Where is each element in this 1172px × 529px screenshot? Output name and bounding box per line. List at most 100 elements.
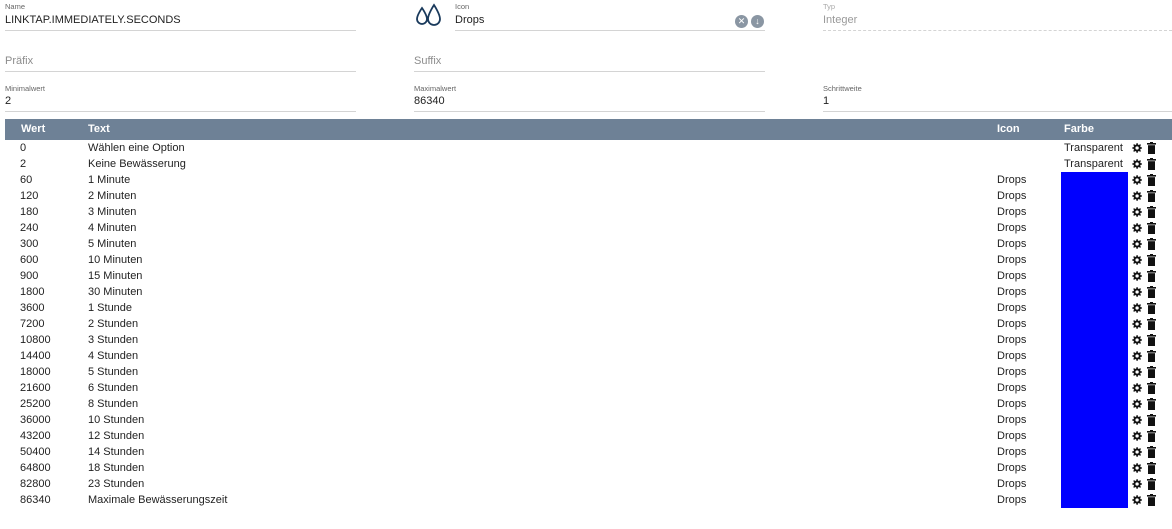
gear-icon[interactable]	[1131, 206, 1143, 218]
trash-icon[interactable]	[1147, 302, 1156, 314]
row-icon: Drops	[997, 494, 1027, 506]
states-table-header: Wert Text Icon Farbe	[5, 119, 1172, 140]
trash-icon[interactable]	[1147, 430, 1156, 442]
trash-icon[interactable]	[1147, 334, 1156, 346]
gear-icon[interactable]	[1131, 334, 1143, 346]
row-farbe: Transparent	[1064, 158, 1123, 170]
header-text[interactable]: Text	[88, 119, 110, 140]
trash-icon[interactable]	[1147, 494, 1156, 506]
gear-icon[interactable]	[1131, 190, 1143, 202]
table-row[interactable]: 10800 3 Stunden Drops	[5, 332, 1172, 348]
trash-icon[interactable]	[1147, 318, 1156, 330]
table-row[interactable]: 36000 10 Stunden Drops	[5, 412, 1172, 428]
gear-icon[interactable]	[1131, 254, 1143, 266]
gear-icon[interactable]	[1131, 398, 1143, 410]
gear-icon[interactable]	[1131, 494, 1143, 506]
gear-icon[interactable]	[1131, 430, 1143, 442]
row-color-swatch	[1061, 220, 1128, 236]
table-row[interactable]: 120 2 Minuten Drops	[5, 188, 1172, 204]
table-row[interactable]: 43200 12 Stunden Drops	[5, 428, 1172, 444]
row-actions	[1131, 204, 1161, 220]
table-row[interactable]: 300 5 Minuten Drops	[5, 236, 1172, 252]
row-color-swatch	[1061, 492, 1128, 508]
suffix-input[interactable]: Suffix	[414, 50, 765, 72]
table-row[interactable]: 21600 6 Stunden Drops	[5, 380, 1172, 396]
table-row[interactable]: 25200 8 Stunden Drops	[5, 396, 1172, 412]
trash-icon[interactable]	[1147, 158, 1156, 170]
step-value[interactable]: 1	[823, 94, 829, 108]
row-wert: 2	[20, 158, 27, 170]
gear-icon[interactable]	[1131, 366, 1143, 378]
table-row[interactable]: 600 10 Minuten Drops	[5, 252, 1172, 268]
gear-icon[interactable]	[1131, 318, 1143, 330]
max-value-field[interactable]: Maximalwert 86340	[414, 84, 765, 112]
icon-field[interactable]: Icon Drops ✕ ↓	[455, 2, 765, 31]
trash-icon[interactable]	[1147, 446, 1156, 458]
gear-icon[interactable]	[1131, 462, 1143, 474]
table-row[interactable]: 14400 4 Stunden Drops	[5, 348, 1172, 364]
table-row[interactable]: 3600 1 Stunde Drops	[5, 300, 1172, 316]
trash-icon[interactable]	[1147, 462, 1156, 474]
table-row[interactable]: 60 1 Minute Drops	[5, 172, 1172, 188]
table-row[interactable]: 900 15 Minuten Drops	[5, 268, 1172, 284]
trash-icon[interactable]	[1147, 254, 1156, 266]
table-row[interactable]: 1800 30 Minuten Drops	[5, 284, 1172, 300]
gear-icon[interactable]	[1131, 382, 1143, 394]
gear-icon[interactable]	[1131, 270, 1143, 282]
prefix-input[interactable]: Präfix	[5, 50, 356, 72]
min-value-field[interactable]: Minimalwert 2	[5, 84, 356, 112]
download-icon-button[interactable]: ↓	[751, 15, 764, 28]
table-row[interactable]: 64800 18 Stunden Drops	[5, 460, 1172, 476]
table-row[interactable]: 50400 14 Stunden Drops	[5, 444, 1172, 460]
header-icon[interactable]: Icon	[997, 119, 1020, 140]
trash-icon[interactable]	[1147, 206, 1156, 218]
trash-icon[interactable]	[1147, 270, 1156, 282]
trash-icon[interactable]	[1147, 366, 1156, 378]
header-farbe[interactable]: Farbe	[1064, 119, 1094, 140]
trash-icon[interactable]	[1147, 286, 1156, 298]
trash-icon[interactable]	[1147, 238, 1156, 250]
trash-icon[interactable]	[1147, 350, 1156, 362]
row-actions	[1131, 412, 1161, 428]
row-text: 2 Stunden	[88, 318, 139, 330]
min-value[interactable]: 2	[5, 94, 11, 108]
row-color-swatch	[1061, 204, 1128, 220]
trash-icon[interactable]	[1147, 382, 1156, 394]
header-wert[interactable]: Wert	[21, 119, 45, 140]
type-value: Integer	[823, 14, 858, 26]
name-field[interactable]: Name LINKTAP.IMMEDIATELY.SECONDS	[5, 2, 356, 31]
gear-icon[interactable]	[1131, 350, 1143, 362]
icon-value[interactable]: Drops	[455, 13, 484, 27]
clear-icon-button[interactable]: ✕	[735, 15, 748, 28]
trash-icon[interactable]	[1147, 478, 1156, 490]
table-row[interactable]: 0 Wählen eine Option Transparent	[5, 140, 1172, 156]
gear-icon[interactable]	[1131, 446, 1143, 458]
gear-icon[interactable]	[1131, 174, 1143, 186]
trash-icon[interactable]	[1147, 142, 1156, 154]
row-text: Keine Bewässerung	[88, 158, 186, 170]
table-row[interactable]: 82800 23 Stunden Drops	[5, 476, 1172, 492]
table-row[interactable]: 2 Keine Bewässerung Transparent	[5, 156, 1172, 172]
table-row[interactable]: 18000 5 Stunden Drops	[5, 364, 1172, 380]
gear-icon[interactable]	[1131, 238, 1143, 250]
trash-icon[interactable]	[1147, 398, 1156, 410]
gear-icon[interactable]	[1131, 302, 1143, 314]
trash-icon[interactable]	[1147, 190, 1156, 202]
name-value[interactable]: LINKTAP.IMMEDIATELY.SECONDS	[5, 13, 181, 27]
table-row[interactable]: 7200 2 Stunden Drops	[5, 316, 1172, 332]
gear-icon[interactable]	[1131, 478, 1143, 490]
step-field[interactable]: Schrittweite 1	[823, 84, 1172, 112]
row-icon: Drops	[997, 318, 1027, 330]
gear-icon[interactable]	[1131, 142, 1143, 154]
table-row[interactable]: 86340 Maximale Bewässerungszeit Drops	[5, 492, 1172, 508]
gear-icon[interactable]	[1131, 158, 1143, 170]
table-row[interactable]: 240 4 Minuten Drops	[5, 220, 1172, 236]
gear-icon[interactable]	[1131, 414, 1143, 426]
max-value[interactable]: 86340	[414, 94, 445, 108]
gear-icon[interactable]	[1131, 222, 1143, 234]
trash-icon[interactable]	[1147, 414, 1156, 426]
table-row[interactable]: 180 3 Minuten Drops	[5, 204, 1172, 220]
trash-icon[interactable]	[1147, 174, 1156, 186]
gear-icon[interactable]	[1131, 286, 1143, 298]
trash-icon[interactable]	[1147, 222, 1156, 234]
